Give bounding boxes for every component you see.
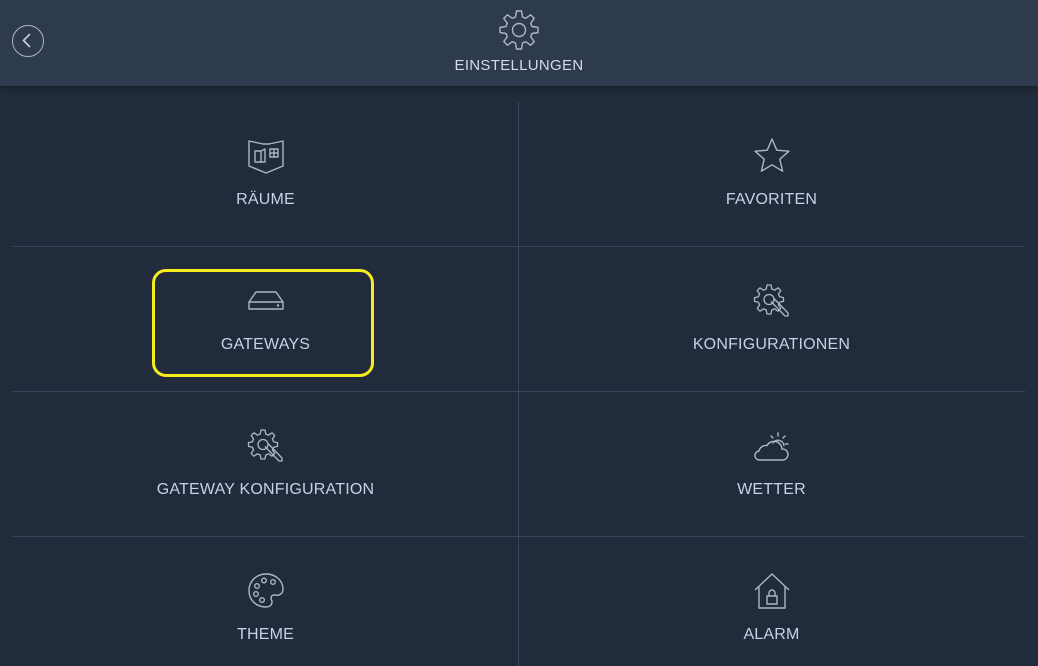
gear-icon — [499, 10, 539, 50]
settings-grid: RÄUME FAVORITEN GATEWAYS KONFIGURATIONEN… — [13, 102, 1025, 666]
tile-label: GATEWAYS — [220, 336, 311, 353]
tile-label: KONFIGURATIONEN — [692, 336, 851, 353]
tile-konfigurationen[interactable]: KONFIGURATIONEN — [519, 247, 1024, 391]
back-button[interactable] — [12, 25, 44, 57]
tile-alarm[interactable]: ALARM — [519, 537, 1024, 666]
palette-icon — [248, 573, 284, 608]
tile-favoriten[interactable]: FAVORITEN — [519, 102, 1024, 246]
house-lock-icon — [754, 573, 790, 609]
tile-label: THEME — [237, 626, 294, 643]
floorplan-icon — [248, 140, 284, 174]
gateway-device-icon — [248, 291, 284, 310]
gear-wrench-icon — [753, 284, 789, 317]
tile-gateway-konfiguration[interactable]: GATEWAY KONFIGURATION — [13, 392, 518, 536]
settings-screen: EINSTELLUNGEN RÄUME FAVORITEN GATEWAYS K… — [0, 0, 1038, 666]
tile-label: RÄUME — [236, 191, 295, 208]
tile-raeume[interactable]: RÄUME — [13, 102, 518, 246]
header-bar: EINSTELLUNGEN — [0, 0, 1038, 86]
tile-label: ALARM — [743, 626, 800, 643]
tile-theme[interactable]: THEME — [13, 537, 518, 666]
star-icon — [754, 138, 790, 172]
tile-wetter[interactable]: WETTER — [519, 392, 1024, 536]
tile-gateways[interactable]: GATEWAYS — [13, 247, 518, 391]
tile-label: WETTER — [737, 481, 806, 498]
chevron-left-icon — [22, 33, 31, 48]
tile-label: FAVORITEN — [725, 191, 818, 208]
gear-wrench-icon — [247, 429, 283, 462]
tile-label: GATEWAY KONFIGURATION — [156, 481, 375, 498]
weather-icon — [754, 432, 789, 461]
page-title: EINSTELLUNGEN — [454, 57, 584, 74]
